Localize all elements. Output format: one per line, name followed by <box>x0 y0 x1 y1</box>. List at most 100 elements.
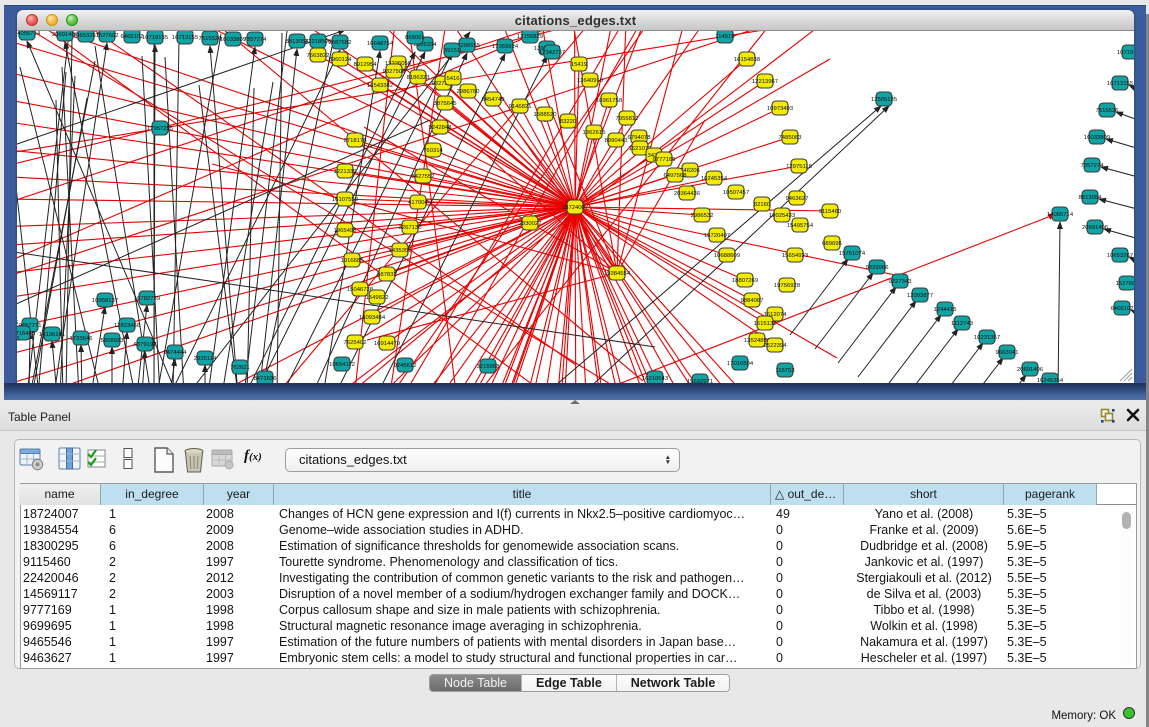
svg-text:7485063: 7485063 <box>779 135 803 141</box>
svg-text:10507457: 10507457 <box>723 190 749 196</box>
svg-text:9242848: 9242848 <box>429 125 453 131</box>
svg-text:10653267: 10653267 <box>1107 253 1133 259</box>
svg-text:9146821: 9146821 <box>509 104 532 110</box>
svg-text:17957255: 17957255 <box>147 126 174 132</box>
svg-text:3875645: 3875645 <box>434 101 458 107</box>
svg-text:1733646: 1733646 <box>70 336 94 342</box>
svg-text:7663822: 7663822 <box>307 53 330 59</box>
svg-text:17342737: 17342737 <box>539 50 565 56</box>
svg-text:9327508: 9327508 <box>383 69 407 75</box>
svg-text:12213967: 12213967 <box>752 79 778 85</box>
svg-text:3267130: 3267130 <box>399 225 423 231</box>
svg-text:1588520: 1588520 <box>534 112 558 118</box>
svg-text:8427552: 8427552 <box>412 174 435 180</box>
svg-text:587832: 587832 <box>377 272 397 278</box>
svg-text:6379197: 6379197 <box>134 342 157 348</box>
svg-text:6466102: 6466102 <box>121 34 144 40</box>
svg-text:417004: 417004 <box>408 200 428 206</box>
svg-text:18807269: 18807269 <box>732 278 758 284</box>
svg-text:1362615: 1362615 <box>583 130 607 136</box>
svg-text:2986760: 2986760 <box>457 89 481 95</box>
svg-text:9663041: 9663041 <box>996 350 1019 356</box>
svg-text:12505135: 12505135 <box>871 97 898 103</box>
svg-text:6466102: 6466102 <box>1111 306 1134 312</box>
svg-text:16033809: 16033809 <box>1084 135 1110 141</box>
svg-text:1244415: 1244415 <box>934 307 958 313</box>
svg-text:9474444: 9474444 <box>164 350 188 356</box>
svg-text:15751074: 15751074 <box>839 251 866 257</box>
svg-text:10025433: 10025433 <box>769 213 796 219</box>
svg-text:15720407: 15720407 <box>704 233 730 239</box>
svg-text:2986532: 2986532 <box>691 213 714 219</box>
svg-text:39151: 39151 <box>444 48 460 54</box>
svg-text:16107552: 16107552 <box>332 197 358 203</box>
svg-text:8990443: 8990443 <box>605 138 629 144</box>
svg-text:2935114: 2935114 <box>194 356 217 362</box>
svg-text:8454749: 8454749 <box>482 97 505 103</box>
svg-text:82160: 82160 <box>754 202 771 208</box>
svg-text:16543382: 16543382 <box>367 83 393 89</box>
svg-text:10231357: 10231357 <box>974 335 1000 341</box>
svg-text:19756928: 19756928 <box>774 283 801 289</box>
svg-text:1112743: 1112743 <box>951 321 974 327</box>
svg-text:83220: 83220 <box>560 119 577 125</box>
svg-text:1435359: 1435359 <box>389 248 412 254</box>
svg-text:10973493: 10973493 <box>767 106 794 112</box>
svg-text:1527602: 1527602 <box>96 33 119 39</box>
svg-text:760314: 760314 <box>423 148 443 154</box>
svg-text:9777169: 9777169 <box>653 157 676 163</box>
svg-text:16914479: 16914479 <box>374 341 400 347</box>
svg-text:5958923: 5958923 <box>101 338 125 344</box>
svg-text:16782759: 16782759 <box>134 296 160 302</box>
svg-text:8471636: 8471636 <box>254 376 278 382</box>
svg-text:17016504: 17016504 <box>727 361 754 367</box>
svg-text:15654923: 15654923 <box>782 253 809 259</box>
svg-text:7515526: 7515526 <box>1096 108 1120 114</box>
svg-text:19384554: 19384554 <box>604 271 631 277</box>
svg-text:1221339: 1221339 <box>334 169 357 175</box>
svg-text:10719135: 10719135 <box>142 35 169 41</box>
svg-text:6794078: 6794078 <box>628 135 652 141</box>
svg-text:16093484: 16093484 <box>359 315 386 321</box>
svg-text:2522394: 2522394 <box>764 343 788 349</box>
svg-text:7515526: 7515526 <box>199 36 223 42</box>
svg-text:16154838: 16154838 <box>734 57 761 63</box>
svg-text:18724007: 18724007 <box>562 205 588 211</box>
svg-text:865001: 865001 <box>405 35 425 41</box>
svg-text:7357274: 7357274 <box>244 37 268 43</box>
svg-text:9884067: 9884067 <box>741 298 764 304</box>
svg-text:10654112: 10654112 <box>329 362 355 368</box>
svg-text:2830027: 2830027 <box>519 221 542 227</box>
svg-text:9115460: 9115460 <box>819 209 842 215</box>
svg-text:20691406: 20691406 <box>1082 225 1109 231</box>
svg-text:7357274: 7357274 <box>1081 163 1105 169</box>
svg-text:8960124: 8960124 <box>329 57 353 63</box>
svg-text:20364436: 20364436 <box>674 191 701 197</box>
svg-text:9329966: 9329966 <box>866 265 890 271</box>
svg-text:689695: 689695 <box>822 241 842 247</box>
svg-text:3215958: 3215958 <box>477 364 501 370</box>
svg-text:1549822: 1549822 <box>366 295 389 301</box>
svg-text:2718176: 2718176 <box>344 138 368 144</box>
svg-text:17359924: 17359924 <box>492 44 519 50</box>
svg-text:12823466: 12823466 <box>114 323 141 329</box>
svg-text:1916685: 1916685 <box>341 258 365 264</box>
svg-text:7625402: 7625402 <box>344 340 367 346</box>
svg-text:9463627: 9463627 <box>786 196 809 202</box>
svg-text:15716485: 15716485 <box>17 331 36 337</box>
svg-text:5416: 5416 <box>446 76 460 82</box>
svg-text:16210643: 16210643 <box>642 376 669 382</box>
svg-text:14055714: 14055714 <box>1047 212 1074 218</box>
svg-text:14055714: 14055714 <box>17 31 41 37</box>
svg-text:1965498: 1965498 <box>334 228 358 234</box>
svg-text:116753: 116753 <box>775 368 795 374</box>
svg-text:114519: 114519 <box>715 34 734 40</box>
svg-text:6497568: 6497568 <box>664 173 688 179</box>
svg-text:2687682: 2687682 <box>329 40 352 46</box>
svg-text:14136141: 14136141 <box>39 332 65 338</box>
svg-text:13640910: 13640910 <box>577 78 604 84</box>
svg-text:16961758: 16961758 <box>596 98 623 104</box>
svg-text:20691406: 20691406 <box>1017 367 1044 373</box>
svg-text:12093877: 12093877 <box>907 293 933 299</box>
svg-text:16245354: 16245354 <box>701 176 728 182</box>
